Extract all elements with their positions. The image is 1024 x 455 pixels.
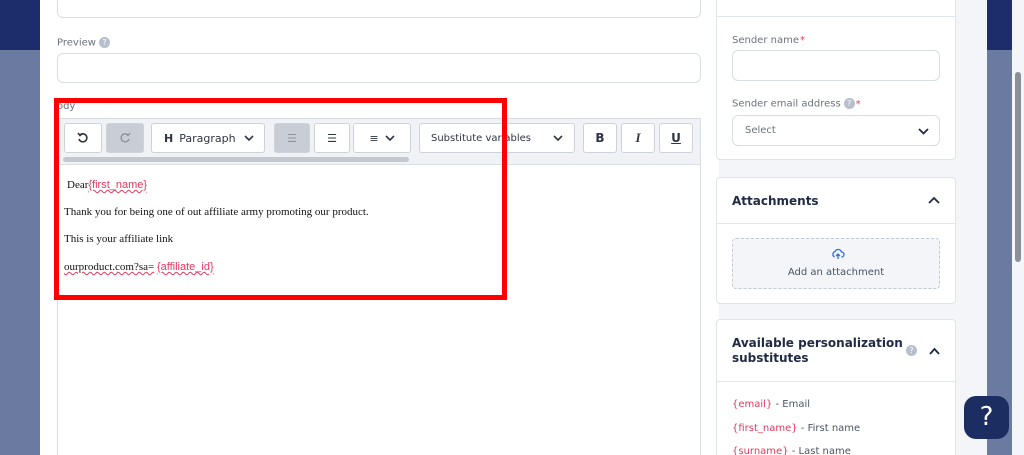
help-chat-button[interactable]: ?: [964, 396, 1009, 439]
substitute-description: - Email: [772, 399, 811, 410]
sender-email-label-text: Sender email address: [732, 98, 841, 110]
help-icon[interactable]: ?: [843, 98, 855, 109]
annotation-highlight-box: [54, 98, 507, 300]
substitute-description: - Last name: [788, 446, 851, 455]
sender-email-select-value: Select: [745, 125, 776, 136]
substitute-description: - First name: [797, 423, 861, 434]
substitute-token: {surname}: [732, 446, 789, 455]
add-attachment-dropzone[interactable]: Add an attachment: [732, 238, 940, 289]
substitute-token: {first_name}: [732, 423, 798, 434]
subject-input[interactable]: [57, 0, 701, 18]
underline-button[interactable]: U: [659, 123, 693, 153]
card-divider: [717, 381, 955, 382]
sender-name-label: Sender name*: [732, 35, 805, 46]
sender-email-select[interactable]: Select: [732, 115, 940, 146]
required-mark: *: [855, 98, 861, 110]
substitute-item[interactable]: {email} - Email: [732, 399, 810, 410]
page-scrollbar-thumb[interactable]: [1015, 72, 1021, 262]
sender-name-label-text: Sender name: [732, 35, 799, 46]
chevron-up-icon[interactable]: [929, 347, 940, 355]
page-scrollbar[interactable]: [1012, 0, 1024, 455]
card-divider: [717, 223, 955, 224]
attachments-title: Attachments: [732, 194, 819, 208]
substitute-token: {email}: [732, 399, 773, 410]
card-divider: [717, 16, 955, 17]
italic-button[interactable]: I: [621, 123, 655, 153]
personalization-card: Available personalization substitutes ? …: [716, 319, 956, 455]
preview-label: Preview?: [57, 37, 110, 49]
help-icon[interactable]: ?: [906, 345, 917, 356]
chevron-up-icon[interactable]: [928, 196, 940, 204]
substitute-item[interactable]: {first_name} - First name: [732, 423, 860, 434]
substitute-item[interactable]: {surname} - Last name: [732, 446, 851, 455]
help-icon[interactable]: ?: [98, 37, 110, 48]
sender-name-input[interactable]: [732, 50, 940, 81]
sender-card: Sender name* Sender email address? * Sele…: [716, 0, 956, 160]
add-attachment-label: Add an attachment: [787, 267, 885, 278]
bold-button[interactable]: B: [583, 123, 617, 153]
chevron-down-icon: [918, 128, 929, 135]
personalization-title: Available personalization substitutes: [732, 336, 903, 365]
required-mark: *: [800, 35, 805, 46]
preview-label-text: Preview: [57, 37, 96, 49]
preview-input[interactable]: [57, 53, 701, 83]
chevron-down-icon: [553, 135, 563, 141]
sender-email-label: Sender email address? *: [732, 98, 861, 110]
cloud-upload-icon: [832, 248, 845, 259]
attachments-card: Attachments Add an attachment: [716, 177, 956, 304]
